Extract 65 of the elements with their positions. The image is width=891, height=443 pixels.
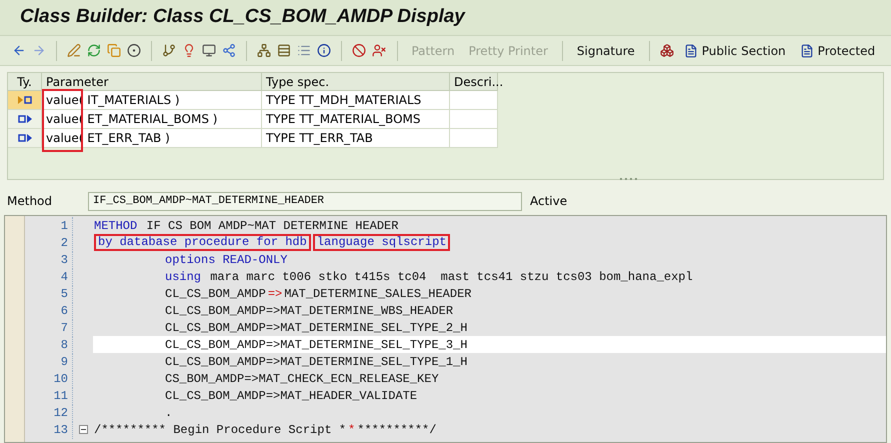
code-token: mara marc t006 stko t415s tc04 mast tcs41 stzu tcs03 bom_hana_expl (210, 268, 693, 286)
code-token: CL_CS_BOM_AMDP=>MAT_HEADER_VALIDATE (165, 388, 418, 404)
code-token: CL_CS_BOM_AMDP=>MAT_DETERMINE_SEL_TYPE_3_H (165, 336, 468, 354)
stop-icon[interactable] (352, 43, 366, 58)
code-token: * (348, 422, 356, 438)
toolbar-button[interactable]: Public Section (680, 42, 790, 60)
code-token: => (268, 286, 282, 302)
back-arrow-icon[interactable] (12, 43, 26, 58)
code-token: options READ-ONLY (165, 252, 288, 268)
code-token: by database procedure for hdb (94, 234, 311, 251)
resize-grip[interactable] (620, 178, 638, 181)
tree-icon[interactable] (257, 43, 272, 58)
code-token: . (165, 404, 172, 422)
column-header: Parameter (42, 73, 262, 90)
line-number: 2 (25, 234, 73, 252)
info-icon[interactable] (317, 43, 332, 58)
table-cell: TYPE TT_MDH_MATERIALS (262, 91, 450, 109)
window-title: Class Builder: Class CL_CS_BOM_AMDP Display (20, 5, 465, 30)
code-token: language sqlscript (312, 234, 450, 251)
code-token: IF CS BOM AMDP~MAT DETERMINE HEADER (146, 218, 398, 234)
code-token: CL_CS_BOM_AMDP (165, 286, 266, 302)
line-number: 7 (25, 318, 73, 336)
pencil-icon[interactable] (67, 43, 82, 58)
line-number: 4 (25, 268, 73, 286)
line-number: 13 (25, 420, 73, 438)
line-number: 1 (25, 216, 73, 234)
code-token: CL_CS_BOM_AMDP=>MAT_DETERMINE_WBS_HEADER (165, 302, 454, 320)
code-token: CL_CS_BOM_AMDP=>MAT_DETERMINE_SEL_TYPE_1_H (165, 354, 468, 370)
table-cell: TYPE TT_ERR_TAB (262, 129, 450, 147)
column-header: Ty. (8, 73, 42, 90)
row-marker[interactable] (8, 129, 42, 147)
code-token: MAT_DETERMINE_SALES_HEADER (284, 286, 472, 302)
code-token: CS_BOM_AMDP=>MAT_CHECK_ECN_RELEASE_KEY (165, 370, 439, 388)
line-number: 12 (25, 404, 73, 422)
status-text: Active (530, 193, 568, 210)
list-icon[interactable] (297, 43, 312, 58)
table-cell: value( ET_ERR_TAB ) (42, 129, 262, 147)
line-number: 8 (25, 336, 73, 354)
column-header: Type spec. (262, 73, 450, 90)
code-token: using (165, 268, 202, 286)
line-number: 9 (25, 352, 73, 370)
boxes-icon[interactable] (660, 43, 674, 58)
line-number: 6 (25, 302, 73, 320)
code-token: /********* Begin Procedure Script * (94, 422, 346, 438)
code-token: METHOD (94, 218, 138, 234)
screen-icon[interactable] (202, 43, 216, 58)
table-cell: value( ET_MATERIAL_BOMS ) (42, 110, 262, 128)
code-token: **********/ (357, 422, 436, 438)
collapse-icon[interactable] (78, 425, 88, 434)
cycle-icon[interactable] (87, 43, 102, 58)
line-number: 10 (25, 370, 73, 388)
line-number: 11 (25, 386, 73, 404)
line-number: 5 (25, 284, 73, 302)
toolbar-button[interactable]: Signature (572, 42, 639, 60)
row-marker[interactable] (8, 110, 42, 128)
row-marker[interactable] (8, 91, 42, 109)
line-number: 3 (25, 250, 73, 268)
code-token: CL_CS_BOM_AMDP=>MAT_DETERMINE_SEL_TYPE_2_H (165, 320, 468, 336)
toolbar-button[interactable]: Protected (796, 42, 880, 60)
table-cell: TYPE TT_MATERIAL_BOMS (262, 110, 450, 128)
method-label: Method (7, 193, 54, 210)
highlight-frame (42, 89, 83, 152)
table-cell: value( IT_MATERIALS ) (42, 91, 262, 109)
method-field: IF_CS_BOM_AMDP~MAT_DETERMINE_HEADER (88, 192, 522, 210)
stack-icon[interactable] (277, 43, 292, 58)
